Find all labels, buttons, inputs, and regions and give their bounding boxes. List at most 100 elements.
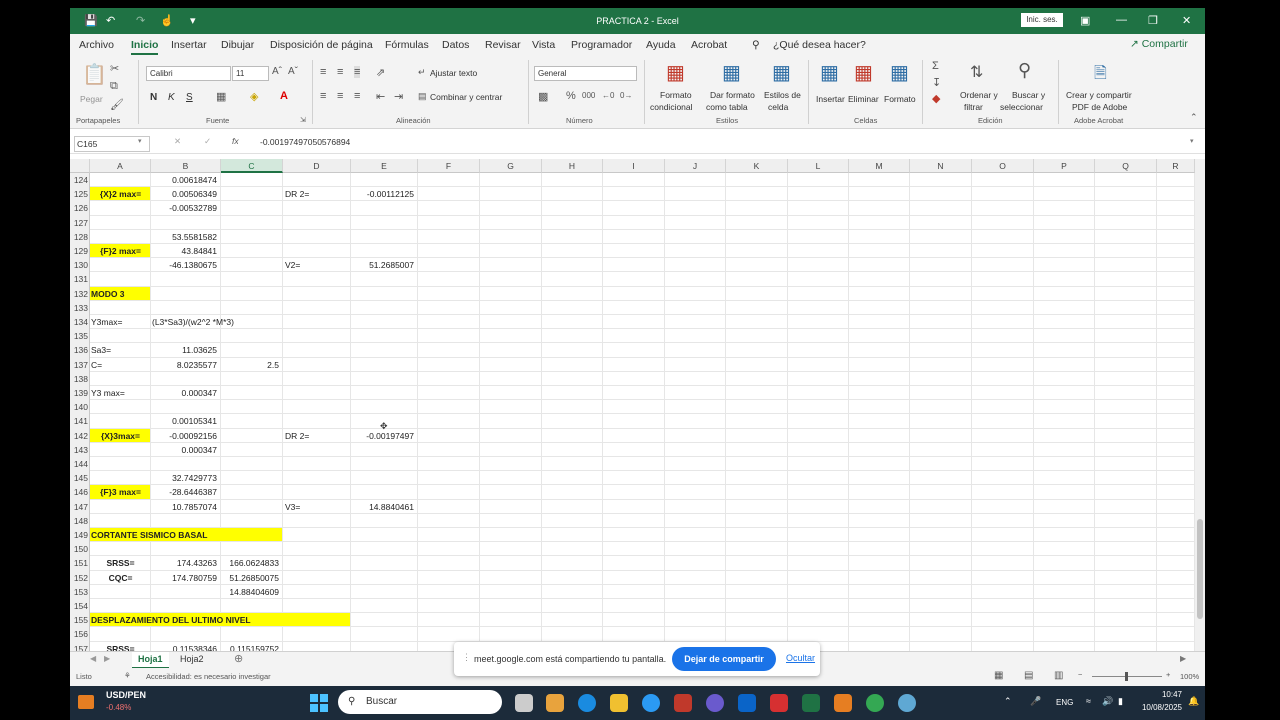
cell-d147[interactable]: V3= bbox=[283, 499, 351, 514]
row-header[interactable]: 124 bbox=[70, 173, 90, 188]
cell-g125[interactable] bbox=[480, 187, 542, 202]
cell-p144[interactable] bbox=[1034, 457, 1095, 472]
cell-g139[interactable] bbox=[480, 386, 542, 401]
cell-f152[interactable] bbox=[418, 570, 480, 585]
cell-f127[interactable] bbox=[418, 215, 480, 230]
cell-n129[interactable] bbox=[910, 244, 972, 259]
row-header[interactable]: 152 bbox=[70, 570, 90, 585]
cell-q141[interactable] bbox=[1095, 414, 1157, 429]
cell-i151[interactable] bbox=[603, 556, 665, 571]
cell-o153[interactable] bbox=[972, 584, 1034, 599]
cell-m131[interactable] bbox=[849, 272, 910, 287]
cell-f146[interactable] bbox=[418, 485, 480, 500]
app-icon-blue[interactable] bbox=[642, 694, 660, 712]
cell-m156[interactable] bbox=[849, 627, 910, 642]
cell-e153[interactable] bbox=[351, 584, 418, 599]
taskbar-search[interactable]: ⚲ Buscar bbox=[338, 690, 502, 714]
cell-j126[interactable] bbox=[665, 201, 726, 216]
zoom-in-icon[interactable]: + bbox=[1166, 670, 1170, 679]
cell-q155[interactable] bbox=[1095, 613, 1157, 628]
cell-r150[interactable] bbox=[1157, 542, 1195, 557]
cell-i136[interactable] bbox=[603, 343, 665, 358]
cell-q134[interactable] bbox=[1095, 315, 1157, 330]
cell-q145[interactable] bbox=[1095, 471, 1157, 486]
cell-f144[interactable] bbox=[418, 457, 480, 472]
cell-o133[interactable] bbox=[972, 300, 1034, 315]
tab-datos[interactable]: Datos bbox=[442, 39, 469, 51]
cell-b138[interactable] bbox=[151, 371, 221, 386]
cell-j139[interactable] bbox=[665, 386, 726, 401]
cell-d149[interactable] bbox=[283, 528, 351, 543]
cell-g136[interactable] bbox=[480, 343, 542, 358]
cell-d144[interactable] bbox=[283, 457, 351, 472]
cell-c126[interactable] bbox=[221, 201, 283, 216]
cell-g137[interactable] bbox=[480, 357, 542, 372]
cell-l150[interactable] bbox=[788, 542, 849, 557]
cell-n147[interactable] bbox=[910, 499, 972, 514]
cell-n154[interactable] bbox=[910, 599, 972, 614]
cell-p147[interactable] bbox=[1034, 499, 1095, 514]
cell-i140[interactable] bbox=[603, 400, 665, 415]
cell-b150[interactable] bbox=[151, 542, 221, 557]
cell-i124[interactable] bbox=[603, 173, 665, 188]
align-top-icon[interactable]: ≡ bbox=[320, 66, 326, 78]
cell-g147[interactable] bbox=[480, 499, 542, 514]
cell-r130[interactable] bbox=[1157, 258, 1195, 273]
cell-d139[interactable] bbox=[283, 386, 351, 401]
cell-k125[interactable] bbox=[726, 187, 788, 202]
cell-l148[interactable] bbox=[788, 513, 849, 528]
cell-b140[interactable] bbox=[151, 400, 221, 415]
cell-h135[interactable] bbox=[542, 329, 603, 344]
find-select-icon[interactable]: ⚲ bbox=[1018, 60, 1031, 81]
cell-a138[interactable] bbox=[90, 371, 151, 386]
cell-l154[interactable] bbox=[788, 599, 849, 614]
fill-color-icon[interactable]: ◈ bbox=[250, 90, 258, 103]
cell-h150[interactable] bbox=[542, 542, 603, 557]
increase-decimal-icon[interactable]: ←0 bbox=[602, 91, 614, 100]
increase-indent-icon[interactable]: ⇥ bbox=[394, 90, 403, 103]
cell-i139[interactable] bbox=[603, 386, 665, 401]
cell-d140[interactable] bbox=[283, 400, 351, 415]
cell-l144[interactable] bbox=[788, 457, 849, 472]
cell-p146[interactable] bbox=[1034, 485, 1095, 500]
cell-h154[interactable] bbox=[542, 599, 603, 614]
cell-o142[interactable] bbox=[972, 428, 1034, 443]
column-header-l[interactable]: L bbox=[788, 159, 849, 173]
cell-l138[interactable] bbox=[788, 371, 849, 386]
cell-m139[interactable] bbox=[849, 386, 910, 401]
tab-archivo[interactable]: Archivo bbox=[79, 39, 114, 51]
cell-e143[interactable] bbox=[351, 442, 418, 457]
cell-r134[interactable] bbox=[1157, 315, 1195, 330]
cell-a149[interactable]: CORTANTE SISMICO BASAL bbox=[90, 528, 283, 543]
cell-c134[interactable] bbox=[221, 315, 283, 330]
cell-i147[interactable] bbox=[603, 499, 665, 514]
cell-j153[interactable] bbox=[665, 584, 726, 599]
cell-n145[interactable] bbox=[910, 471, 972, 486]
cell-c140[interactable] bbox=[221, 400, 283, 415]
cell-f129[interactable] bbox=[418, 244, 480, 259]
cell-g152[interactable] bbox=[480, 570, 542, 585]
cell-e132[interactable] bbox=[351, 286, 418, 301]
zoom-out-icon[interactable]: − bbox=[1078, 670, 1082, 679]
cell-d132[interactable] bbox=[283, 286, 351, 301]
cell-d131[interactable] bbox=[283, 272, 351, 287]
cell-e151[interactable] bbox=[351, 556, 418, 571]
cell-g155[interactable] bbox=[480, 613, 542, 628]
cell-m147[interactable] bbox=[849, 499, 910, 514]
cell-i133[interactable] bbox=[603, 300, 665, 315]
cell-f132[interactable] bbox=[418, 286, 480, 301]
cell-i154[interactable] bbox=[603, 599, 665, 614]
cell-d142[interactable]: DR 2= bbox=[283, 428, 351, 443]
cell-r157[interactable] bbox=[1157, 641, 1195, 651]
cell-d157[interactable] bbox=[283, 641, 351, 651]
cell-c135[interactable] bbox=[221, 329, 283, 344]
conditional-format-icon[interactable]: ▦ bbox=[666, 60, 685, 85]
cell-g124[interactable] bbox=[480, 173, 542, 188]
cell-r128[interactable] bbox=[1157, 229, 1195, 244]
cell-l129[interactable] bbox=[788, 244, 849, 259]
column-header-j[interactable]: J bbox=[665, 159, 726, 173]
cell-b157[interactable]: 0.11538346 bbox=[151, 641, 221, 651]
cell-f143[interactable] bbox=[418, 442, 480, 457]
tab-inicio[interactable]: Inicio bbox=[131, 39, 159, 55]
cell-j130[interactable] bbox=[665, 258, 726, 273]
